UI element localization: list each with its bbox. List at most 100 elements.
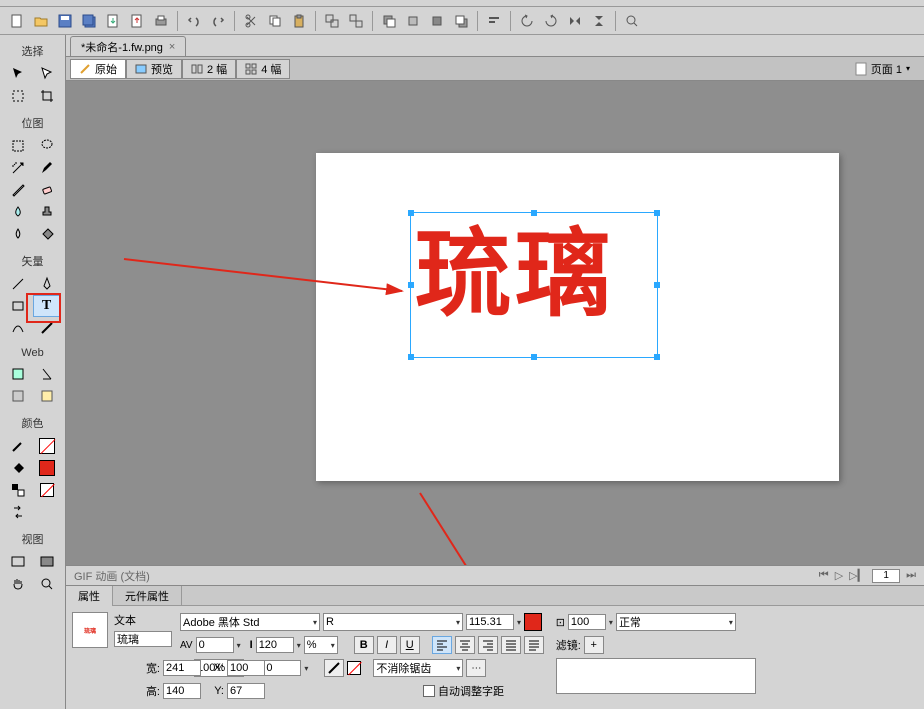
pointer-tool[interactable] bbox=[4, 63, 32, 85]
kerning-stepper[interactable]: ▾ bbox=[237, 641, 241, 650]
send-back-button[interactable] bbox=[450, 10, 472, 32]
bold-button[interactable]: B bbox=[354, 636, 374, 654]
eraser-tool[interactable] bbox=[33, 179, 61, 201]
view-tab-preview[interactable]: 预览 bbox=[126, 59, 182, 79]
open-button[interactable] bbox=[30, 10, 52, 32]
stroke-swatch[interactable] bbox=[33, 435, 61, 457]
text-color-swatch[interactable] bbox=[524, 613, 542, 631]
zoom-button[interactable] bbox=[621, 10, 643, 32]
x-input[interactable] bbox=[227, 660, 265, 676]
selection-handle[interactable] bbox=[408, 354, 414, 360]
fill-swatch[interactable] bbox=[33, 457, 61, 479]
group-button[interactable] bbox=[321, 10, 343, 32]
hand-tool[interactable] bbox=[4, 573, 32, 595]
selection-handle[interactable] bbox=[654, 210, 660, 216]
leading-input[interactable] bbox=[256, 637, 294, 653]
object-name-input[interactable] bbox=[114, 631, 172, 647]
nav-next-icon[interactable]: ▷▎ bbox=[849, 569, 866, 582]
align-left-button[interactable] bbox=[432, 636, 452, 654]
selection-handle[interactable] bbox=[408, 282, 414, 288]
height-input[interactable] bbox=[163, 683, 201, 699]
tab-symbol-properties[interactable]: 元件属性 bbox=[113, 586, 182, 606]
filters-list[interactable] bbox=[556, 658, 756, 694]
blend-mode-dropdown[interactable]: 正常▾ bbox=[616, 613, 736, 631]
bucket-tool[interactable] bbox=[33, 223, 61, 245]
canvas[interactable]: 琉璃 bbox=[316, 153, 839, 481]
save-all-button[interactable] bbox=[78, 10, 100, 32]
kerning-input[interactable] bbox=[196, 637, 234, 653]
underline-button[interactable]: U bbox=[400, 636, 420, 654]
leading-stepper[interactable]: ▾ bbox=[297, 641, 301, 650]
view-tab-4up[interactable]: 4 幅 bbox=[236, 59, 290, 79]
add-filter-button[interactable]: + bbox=[584, 636, 604, 654]
selection-handle[interactable] bbox=[654, 354, 660, 360]
flip-v-button[interactable] bbox=[588, 10, 610, 32]
show-slice-button[interactable] bbox=[33, 385, 61, 407]
font-size-stepper[interactable]: ▾ bbox=[517, 618, 521, 627]
fill-color[interactable] bbox=[4, 457, 32, 479]
stroke-none-swatch[interactable] bbox=[347, 661, 361, 675]
auto-kern-checkbox[interactable] bbox=[423, 685, 435, 697]
subselect-tool[interactable] bbox=[33, 63, 61, 85]
document-tab[interactable]: *未命名-1.fw.png × bbox=[70, 36, 186, 56]
nav-play-icon[interactable]: ▷ bbox=[835, 569, 843, 582]
view-tab-2up[interactable]: 2 幅 bbox=[182, 59, 236, 79]
text-selection-box[interactable]: 琉璃 bbox=[410, 212, 658, 358]
page-indicator[interactable]: 页面 1 ▾ bbox=[845, 61, 920, 77]
print-button[interactable] bbox=[150, 10, 172, 32]
save-button[interactable] bbox=[54, 10, 76, 32]
opacity-stepper[interactable]: ▾ bbox=[609, 618, 613, 627]
leading-unit-dropdown[interactable]: %▾ bbox=[304, 636, 338, 654]
selection-handle[interactable] bbox=[654, 282, 660, 288]
align-stretch-button[interactable] bbox=[524, 636, 544, 654]
font-style-dropdown[interactable]: R▾ bbox=[323, 613, 463, 631]
screen-mode-button[interactable] bbox=[4, 551, 32, 573]
export-button[interactable] bbox=[126, 10, 148, 32]
stamp-tool[interactable] bbox=[33, 201, 61, 223]
selection-handle[interactable] bbox=[408, 210, 414, 216]
hotspot-tool[interactable] bbox=[4, 363, 32, 385]
antialias-dropdown[interactable]: 不消除锯齿▾ bbox=[373, 659, 463, 677]
send-backward-button[interactable] bbox=[426, 10, 448, 32]
slice-tool[interactable] bbox=[33, 363, 61, 385]
import-button[interactable] bbox=[102, 10, 124, 32]
wand-tool[interactable] bbox=[4, 157, 32, 179]
default-colors[interactable] bbox=[4, 479, 32, 501]
lasso-tool[interactable] bbox=[33, 135, 61, 157]
redo-button[interactable] bbox=[207, 10, 229, 32]
hide-slice-button[interactable] bbox=[4, 385, 32, 407]
selection-handle[interactable] bbox=[531, 354, 537, 360]
undo-button[interactable] bbox=[183, 10, 205, 32]
nav-first-icon[interactable]: ⏮ bbox=[819, 569, 829, 582]
cut-button[interactable] bbox=[240, 10, 262, 32]
opacity-input[interactable] bbox=[568, 614, 606, 630]
swap-colors[interactable] bbox=[4, 501, 32, 523]
bring-forward-button[interactable] bbox=[402, 10, 424, 32]
y-input[interactable] bbox=[227, 683, 265, 699]
paste-button[interactable] bbox=[288, 10, 310, 32]
italic-button[interactable]: I bbox=[377, 636, 397, 654]
selection-handle[interactable] bbox=[531, 210, 537, 216]
rotate-left-button[interactable] bbox=[516, 10, 538, 32]
line-tool[interactable] bbox=[4, 273, 32, 295]
stroke-picker[interactable] bbox=[324, 659, 344, 677]
pencil-tool[interactable] bbox=[4, 179, 32, 201]
rotate-right-button[interactable] bbox=[540, 10, 562, 32]
blur-tool[interactable] bbox=[4, 201, 32, 223]
align-button[interactable] bbox=[483, 10, 505, 32]
nav-last-icon[interactable]: ⏭ bbox=[906, 569, 916, 582]
align-center-button[interactable] bbox=[455, 636, 475, 654]
ungroup-button[interactable] bbox=[345, 10, 367, 32]
copy-button[interactable] bbox=[264, 10, 286, 32]
close-tab-icon[interactable]: × bbox=[169, 41, 175, 53]
marquee-tool[interactable] bbox=[4, 135, 32, 157]
canvas-area[interactable]: 琉璃 bbox=[66, 81, 924, 565]
baseline-shift-input[interactable] bbox=[263, 660, 301, 676]
width-input[interactable] bbox=[163, 660, 201, 676]
crop-tool[interactable] bbox=[33, 85, 61, 107]
bring-front-button[interactable] bbox=[378, 10, 400, 32]
stroke-color[interactable] bbox=[4, 435, 32, 457]
pen-tool[interactable] bbox=[33, 273, 61, 295]
scale-tool[interactable] bbox=[4, 85, 32, 107]
tab-properties[interactable]: 属性 bbox=[66, 586, 113, 606]
